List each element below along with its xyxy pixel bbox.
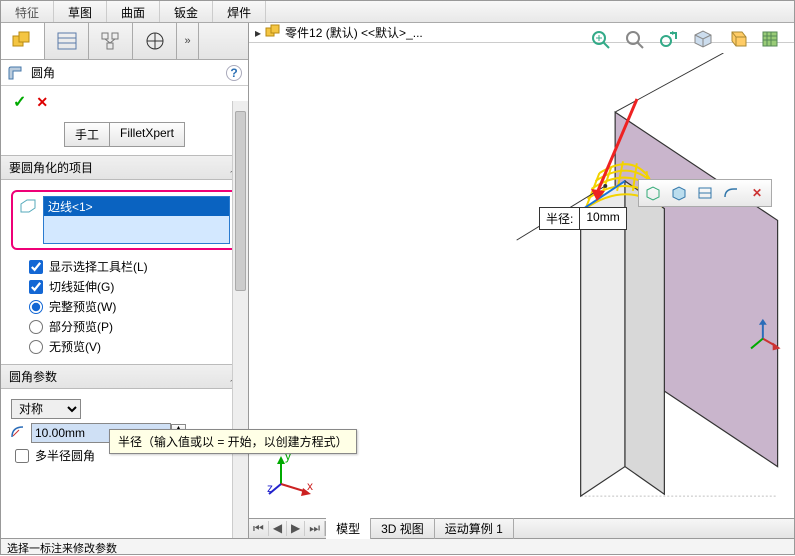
radius-tooltip: 半径（输入值或以 = 开始，以创建方程式） (109, 429, 357, 454)
fillet-mode-toggle: 手工 FilletXpert (1, 118, 248, 155)
bottom-tab-3dview[interactable]: 3D 视图 (371, 518, 435, 539)
selection-box-highlight: 边线<1> (11, 190, 238, 250)
context-toolbar: ✕ (638, 179, 772, 207)
bottom-tab-bar: ⏮ ◀ ▶ ⏭ 模型 3D 视图 运动算例 1 (249, 518, 794, 538)
breadcrumb-arrow-icon[interactable]: ▸ (255, 26, 261, 40)
no-preview-label: 无预览(V) (49, 338, 101, 355)
ctx-btn-2[interactable] (667, 182, 691, 204)
svg-text:x: x (307, 479, 313, 493)
radius-callout-label: 半径: (539, 207, 579, 230)
ribbon-tabs: 特征 草图 曲面 钣金 焊件 (1, 1, 794, 23)
tangent-propagation-checkbox[interactable] (29, 280, 43, 294)
dimxpert-tab[interactable] (133, 23, 177, 59)
partial-preview-label: 部分预览(P) (49, 318, 113, 335)
nav-prev-icon[interactable]: ◀ (269, 521, 287, 536)
tab-features[interactable]: 特征 (1, 1, 54, 22)
confirm-bar: ✓ ✕ (1, 86, 248, 118)
radius-callout-value[interactable]: 10mm (579, 207, 626, 230)
display-style-icon[interactable] (758, 27, 784, 51)
config-manager-tab[interactable] (89, 23, 133, 59)
view-orientation-icon[interactable] (724, 27, 750, 51)
zoom-fit-icon[interactable] (588, 27, 614, 51)
multi-radius-label: 多半径圆角 (35, 447, 95, 464)
ctx-close-icon[interactable]: ✕ (745, 182, 769, 204)
show-selection-toolbar-checkbox[interactable] (29, 260, 43, 274)
ctx-btn-3[interactable] (693, 182, 717, 204)
radius-callout[interactable]: 半径: 10mm (539, 207, 627, 230)
bottom-tab-motion[interactable]: 运动算例 1 (435, 518, 514, 539)
selected-edge-row[interactable]: 边线<1> (44, 197, 229, 216)
tangent-propagation-label: 切线延伸(G) (49, 278, 114, 295)
show-selection-toolbar-label: 显示选择工具栏(L) (49, 258, 148, 275)
tab-nav-buttons: ⏮ ◀ ▶ ⏭ (249, 521, 326, 536)
items-section-header[interactable]: 要圆角化的项目 ︿ (1, 155, 248, 180)
filletxpert-mode-button[interactable]: FilletXpert (109, 122, 185, 147)
edge-select-icon (19, 196, 39, 244)
nav-first-icon[interactable]: ⏮ (249, 521, 269, 536)
graphics-viewport[interactable]: ▸ 零件12 (默认) <<默认>_... (249, 23, 794, 538)
ctx-btn-1[interactable] (641, 182, 665, 204)
property-manager: » 圆角 ? ✓ ✕ 手工 FilletXpert 要圆角化的项目 ︿ (1, 23, 249, 538)
svg-text:z: z (267, 481, 273, 495)
property-manager-tab[interactable] (45, 23, 89, 59)
no-preview-radio[interactable] (29, 340, 43, 354)
params-section-title: 圆角参数 (9, 368, 57, 385)
ok-button[interactable]: ✓ (13, 92, 26, 112)
manual-mode-button[interactable]: 手工 (64, 122, 109, 147)
items-section-title: 要圆角化的项目 (9, 159, 93, 176)
more-tabs[interactable]: » (177, 23, 199, 59)
panel-scrollbar[interactable] (232, 101, 248, 538)
items-section-body: 边线<1> 显示选择工具栏(L) 切线延伸(G) 完整预览(W) 部分预览(P)… (1, 180, 248, 364)
bottom-tab-model[interactable]: 模型 (326, 518, 371, 539)
full-preview-radio[interactable] (29, 300, 43, 314)
breadcrumb-part-name[interactable]: 零件12 (默认) <<默认>_... (285, 24, 423, 41)
multi-radius-checkbox[interactable] (15, 449, 29, 463)
tab-surface[interactable]: 曲面 (107, 1, 160, 22)
part-icon (265, 24, 281, 41)
manager-tabs: » (1, 23, 248, 60)
fillet-icon (7, 65, 25, 81)
params-section-header[interactable]: 圆角参数 ︿ (1, 364, 248, 389)
feature-title-bar: 圆角 ? (1, 60, 248, 86)
ctx-btn-4[interactable] (719, 182, 743, 204)
nav-last-icon[interactable]: ⏭ (305, 521, 325, 536)
view-triad[interactable]: y x z (267, 450, 315, 498)
cancel-button[interactable]: ✕ (36, 94, 48, 111)
previous-view-icon[interactable] (656, 27, 682, 51)
tab-weldment[interactable]: 焊件 (213, 1, 266, 22)
full-preview-label: 完整预览(W) (49, 298, 116, 315)
view-toolbar (588, 27, 784, 51)
tab-sheetmetal[interactable]: 钣金 (160, 1, 213, 22)
status-bar: 选择一标注来修改参数 (1, 538, 794, 554)
feature-manager-tab[interactable] (1, 23, 45, 59)
feature-title: 圆角 (31, 64, 226, 81)
tab-sketch[interactable]: 草图 (54, 1, 107, 22)
help-icon[interactable]: ? (226, 65, 242, 81)
symmetry-select[interactable]: 对称 (11, 399, 81, 419)
edge-selection-list[interactable]: 边线<1> (43, 196, 230, 244)
section-view-icon[interactable] (690, 27, 716, 51)
zoom-area-icon[interactable] (622, 27, 648, 51)
nav-next-icon[interactable]: ▶ (287, 521, 305, 536)
partial-preview-radio[interactable] (29, 320, 43, 334)
radius-icon (11, 425, 27, 442)
